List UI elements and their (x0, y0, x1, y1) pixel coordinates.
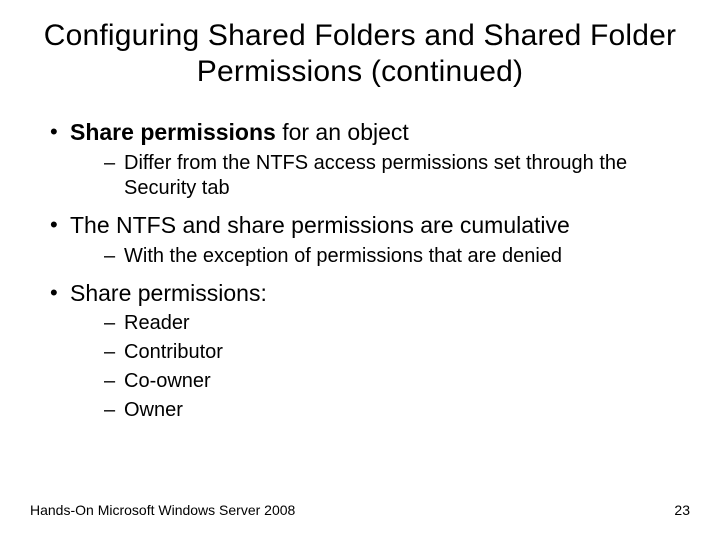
sub-list: Reader Contributor Co-owner Owner (70, 311, 700, 423)
bold-term: Share permissions (70, 119, 276, 145)
page-number: 23 (674, 502, 690, 518)
sub-list: With the exception of permissions that a… (70, 244, 700, 269)
bullet-list: Share permissions for an object Differ f… (20, 118, 700, 423)
bullet-text: The NTFS and share permissions are cumul… (70, 212, 570, 238)
bullet-cumulative: The NTFS and share permissions are cumul… (50, 211, 700, 269)
sub-bullet-owner: Owner (104, 398, 700, 423)
sub-bullet-contributor: Contributor (104, 340, 700, 365)
bullet-share-permissions-object: Share permissions for an object Differ f… (50, 118, 700, 201)
slide-body: Share permissions for an object Differ f… (0, 90, 720, 423)
slide: Configuring Shared Folders and Shared Fo… (0, 0, 720, 540)
sub-list: Differ from the NTFS access permissions … (70, 151, 700, 201)
footer-text: Hands-On Microsoft Windows Server 2008 (30, 502, 295, 518)
sub-bullet: With the exception of permissions that a… (104, 244, 700, 269)
sub-bullet-coowner: Co-owner (104, 369, 700, 394)
slide-title: Configuring Shared Folders and Shared Fo… (0, 0, 720, 90)
bullet-share-permissions-list: Share permissions: Reader Contributor Co… (50, 279, 700, 424)
bullet-text: Share permissions: (70, 280, 267, 306)
sub-bullet: Differ from the NTFS access permissions … (104, 151, 700, 201)
sub-bullet-reader: Reader (104, 311, 700, 336)
bullet-text: for an object (276, 119, 409, 145)
